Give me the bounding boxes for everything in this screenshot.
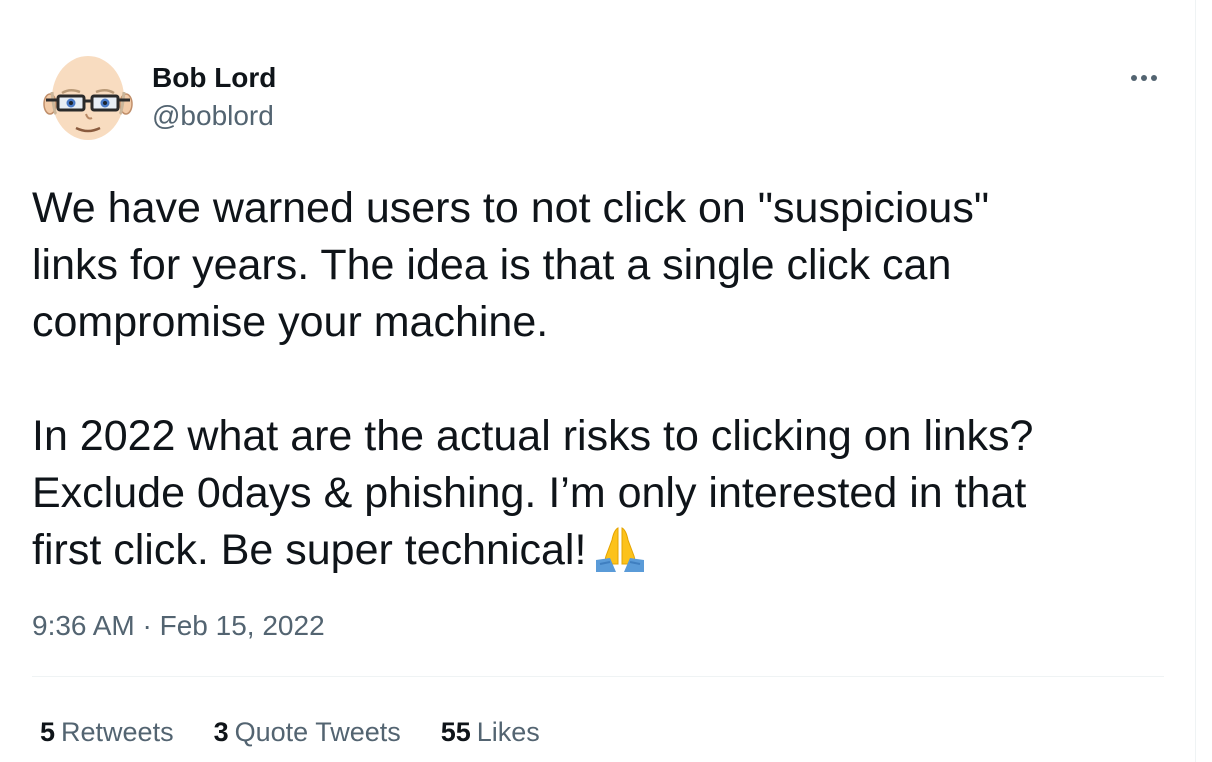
tweet-time[interactable]: 9:36 AM <box>32 610 135 641</box>
timestamp-separator: · <box>134 610 160 641</box>
tweet-line: first click. Be super technical! <box>32 526 587 574</box>
retweets-label: Retweets <box>61 717 174 747</box>
tweet-timestamp: 9:36 AM · Feb 15, 2022 <box>32 608 325 644</box>
tweet-text: We have warned users to not click on "su… <box>32 180 1164 587</box>
quote-tweets-stat[interactable]: 3 Quote Tweets <box>214 714 401 750</box>
tweet-paragraph-2: In 2022 what are the actual risks to cli… <box>32 408 1164 587</box>
tweet-line: We have warned users to not click on "su… <box>32 184 990 232</box>
quote-tweets-count: 3 <box>213 717 229 747</box>
author-display-name[interactable]: Bob Lord <box>152 60 276 96</box>
author-handle[interactable]: @boblord <box>152 96 276 136</box>
more-icon <box>1131 75 1157 81</box>
tweet-detail: Bob Lord @boblord We have warned users t… <box>32 0 1164 762</box>
tweet-date[interactable]: Feb 15, 2022 <box>160 610 325 641</box>
folded-hands-icon <box>592 526 648 587</box>
tweet-line: compromise your machine. <box>32 298 549 346</box>
tweet-line: links for years. The idea is that a sing… <box>32 241 952 289</box>
tweet-stats: 5 Retweets 3 Quote Tweets 55 Likes <box>40 714 580 750</box>
column-border <box>1195 0 1196 762</box>
avatar[interactable] <box>40 52 136 148</box>
tweet-line: In 2022 what are the actual risks to cli… <box>32 412 1034 460</box>
likes-label: Likes <box>476 717 540 747</box>
divider <box>32 676 1164 677</box>
tweet-header: Bob Lord @boblord <box>32 50 1164 150</box>
tweet-paragraph-1: We have warned users to not click on "su… <box>32 180 1164 351</box>
author-info: Bob Lord @boblord <box>152 60 276 136</box>
likes-count: 55 <box>440 717 471 747</box>
more-options-button[interactable] <box>1124 60 1164 96</box>
retweets-stat[interactable]: 5 Retweets <box>40 714 174 750</box>
tweet-line: Exclude 0days & phishing. I’m only inter… <box>32 469 1027 517</box>
retweets-count: 5 <box>40 717 56 747</box>
bald-man-with-glasses-avatar-icon <box>43 56 133 140</box>
quote-tweets-label: Quote Tweets <box>234 717 401 747</box>
likes-stat[interactable]: 55 Likes <box>441 714 540 750</box>
